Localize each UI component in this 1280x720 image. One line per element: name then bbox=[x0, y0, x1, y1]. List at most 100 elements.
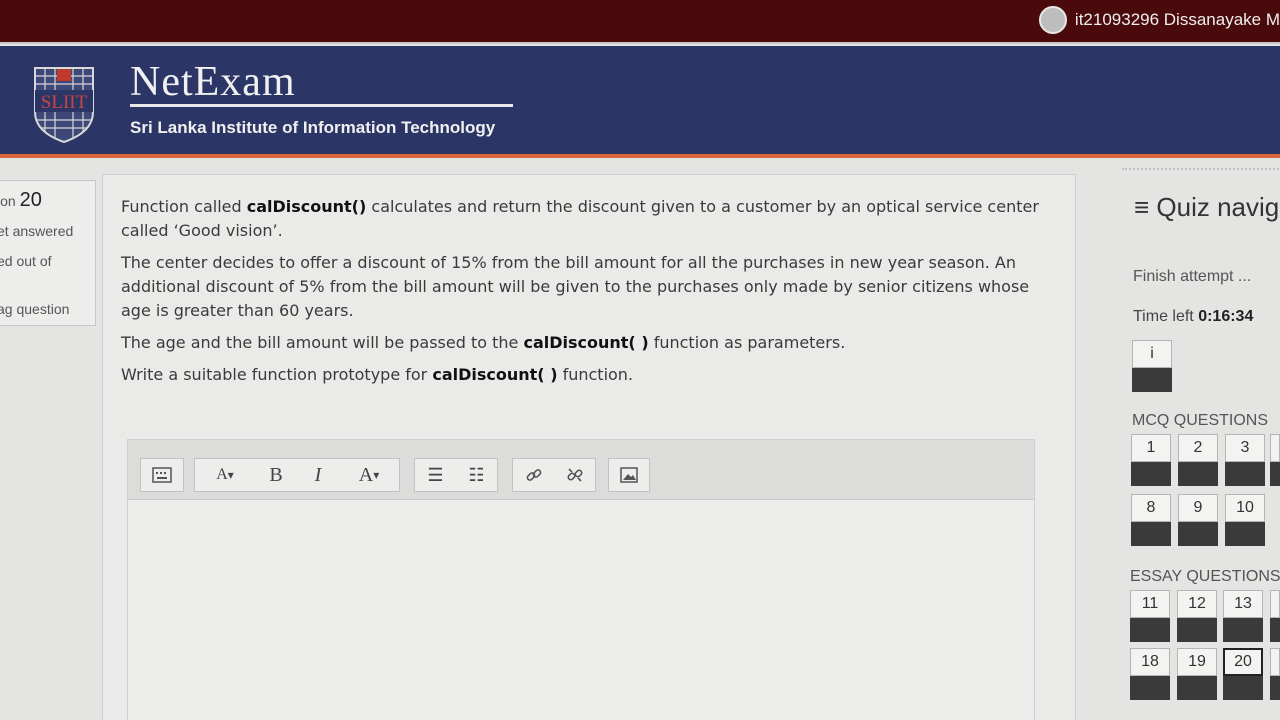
time-left-label: Time left bbox=[1133, 308, 1199, 325]
text-color-button[interactable]: A ▾ bbox=[339, 459, 399, 491]
text-color-label: A bbox=[358, 463, 374, 486]
nav-question-11-label: 11 bbox=[1130, 590, 1170, 618]
nav-question-partial[interactable] bbox=[1270, 434, 1280, 486]
question-number: ion 20 bbox=[0, 189, 42, 211]
nav-question-partial-2-label bbox=[1270, 590, 1280, 618]
link-button[interactable] bbox=[513, 459, 554, 491]
nav-question-3-label: 3 bbox=[1225, 434, 1265, 462]
text-color-caret-icon: ▾ bbox=[373, 467, 380, 482]
font-size-label: A bbox=[216, 466, 228, 483]
user-menu[interactable]: it21093296 Dissanayake M bbox=[1038, 6, 1280, 34]
toolbar-toggle-button[interactable] bbox=[141, 459, 183, 491]
question-paragraph-1: Function called calDiscount() calculates… bbox=[121, 197, 1039, 240]
unlink-icon bbox=[566, 468, 583, 482]
nav-question-8-label: 8 bbox=[1131, 494, 1171, 522]
brand-divider bbox=[130, 104, 513, 107]
flag-question-link[interactable]: ag question bbox=[0, 301, 69, 317]
nav-question-13-label: 13 bbox=[1223, 590, 1263, 618]
nav-question-9[interactable]: 9 bbox=[1178, 494, 1218, 546]
nav-question-partial-3[interactable] bbox=[1270, 648, 1280, 700]
nav-question-1-status bbox=[1131, 462, 1171, 486]
nav-question-19[interactable]: 19 bbox=[1177, 648, 1217, 700]
bullet-list-button[interactable]: ☰ bbox=[415, 459, 456, 491]
info-nav-button[interactable]: i bbox=[1132, 340, 1172, 392]
nav-question-3[interactable]: 3 bbox=[1225, 434, 1265, 486]
question-panel: Function called calDiscount() calculates… bbox=[102, 174, 1076, 720]
quiz-nav-title: ≡ Quiz navig bbox=[1134, 192, 1279, 223]
question-text: Function called calDiscount() calculates… bbox=[121, 195, 1041, 395]
logo-text: SLIIT bbox=[41, 92, 88, 113]
numbered-list-icon: ☷ bbox=[468, 464, 485, 485]
nav-question-9-status bbox=[1178, 522, 1218, 546]
nav-question-2[interactable]: 2 bbox=[1178, 434, 1218, 486]
keyboard-icon bbox=[152, 467, 172, 483]
font-size-button[interactable]: A ▾ bbox=[195, 459, 255, 491]
insert-image-button[interactable] bbox=[609, 459, 649, 491]
nav-question-12-label: 12 bbox=[1177, 590, 1217, 618]
time-left: Time left 0:16:34 bbox=[1133, 308, 1253, 326]
nav-question-1-label: 1 bbox=[1131, 434, 1171, 462]
editor-toolbar: A ▾ B I A ▾ ☰ ☷ bbox=[128, 440, 1034, 500]
nav-question-10[interactable]: 10 bbox=[1225, 494, 1265, 546]
question-paragraph-2: The center decides to offer a discount o… bbox=[121, 253, 1030, 320]
nav-question-9-label: 9 bbox=[1178, 494, 1218, 522]
nav-question-partial-3-label bbox=[1270, 648, 1280, 676]
italic-button[interactable]: I bbox=[297, 459, 339, 491]
nav-question-19-status bbox=[1177, 676, 1217, 700]
top-bar: it21093296 Dissanayake M bbox=[0, 0, 1280, 44]
nav-question-20-status bbox=[1223, 676, 1263, 700]
menu-icon: ≡ bbox=[1134, 192, 1150, 222]
time-left-value: 0:16:34 bbox=[1198, 308, 1254, 325]
nav-question-18-label: 18 bbox=[1130, 648, 1170, 676]
bullet-list-icon: ☰ bbox=[427, 464, 444, 485]
mcq-section-heading: MCQ QUESTIONS bbox=[1132, 412, 1269, 429]
sliit-logo[interactable]: SLIIT bbox=[33, 66, 95, 144]
nav-question-20-label: 20 bbox=[1223, 648, 1263, 676]
user-avatar[interactable] bbox=[1038, 6, 1067, 34]
nav-question-10-status bbox=[1225, 522, 1265, 546]
nav-question-2-label: 2 bbox=[1178, 434, 1218, 462]
nav-question-8[interactable]: 8 bbox=[1131, 494, 1171, 546]
nav-question-12[interactable]: 12 bbox=[1177, 590, 1217, 642]
finish-attempt-link[interactable]: Finish attempt ... bbox=[1133, 268, 1251, 286]
toolbar-group-links bbox=[512, 458, 596, 492]
nav-question-12-status bbox=[1177, 618, 1217, 642]
nav-divider bbox=[1122, 168, 1280, 170]
brand-subtitle: Sri Lanka Institute of Information Techn… bbox=[130, 118, 496, 137]
toolbar-group-format: A ▾ B I A ▾ bbox=[194, 458, 400, 492]
nav-question-partial-label bbox=[1270, 434, 1280, 462]
toolbar-group-toggle bbox=[140, 458, 184, 492]
info-nav-status bbox=[1132, 368, 1172, 392]
nav-question-partial-2-status bbox=[1270, 618, 1280, 642]
brand-title[interactable]: NetExam bbox=[130, 58, 296, 106]
nav-question-partial-3-status bbox=[1270, 676, 1280, 700]
nav-question-13[interactable]: 13 bbox=[1223, 590, 1263, 642]
answer-editor: A ▾ B I A ▾ ☰ ☷ bbox=[127, 439, 1035, 720]
essay-section-heading: ESSAY QUESTIONS bbox=[1130, 568, 1280, 585]
numbered-list-button[interactable]: ☷ bbox=[456, 459, 497, 491]
image-icon bbox=[620, 467, 638, 483]
answer-text-area[interactable] bbox=[128, 500, 1034, 720]
nav-question-2-status bbox=[1178, 462, 1218, 486]
nav-question-20-current[interactable]: 20 bbox=[1223, 648, 1263, 700]
question-info-box: ion 20 et answered ed out of ag question bbox=[0, 180, 96, 326]
nav-question-19-label: 19 bbox=[1177, 648, 1217, 676]
nav-question-11[interactable]: 11 bbox=[1130, 590, 1170, 642]
nav-question-1[interactable]: 1 bbox=[1131, 434, 1171, 486]
nav-question-partial-2[interactable] bbox=[1270, 590, 1280, 642]
nav-question-3-status bbox=[1225, 462, 1265, 486]
bold-button[interactable]: B bbox=[255, 459, 297, 491]
quiz-navigation: ≡ Quiz navig Finish attempt ... Time lef… bbox=[1120, 168, 1280, 720]
nav-question-11-status bbox=[1130, 618, 1170, 642]
header-banner: SLIIT NetExam Sri Lanka Institute of Inf… bbox=[0, 46, 1280, 158]
question-paragraph-4: Write a suitable function prototype for … bbox=[121, 365, 634, 384]
marks-label: ed out of bbox=[0, 253, 52, 269]
nav-question-13-status bbox=[1223, 618, 1263, 642]
nav-question-18[interactable]: 18 bbox=[1130, 648, 1170, 700]
nav-question-8-status bbox=[1131, 522, 1171, 546]
nav-question-partial-status bbox=[1270, 462, 1280, 486]
link-icon bbox=[526, 469, 541, 481]
user-name[interactable]: it21093296 Dissanayake M bbox=[1075, 10, 1280, 30]
quiz-nav-title-text: Quiz navig bbox=[1156, 192, 1280, 222]
unlink-button[interactable] bbox=[554, 459, 595, 491]
